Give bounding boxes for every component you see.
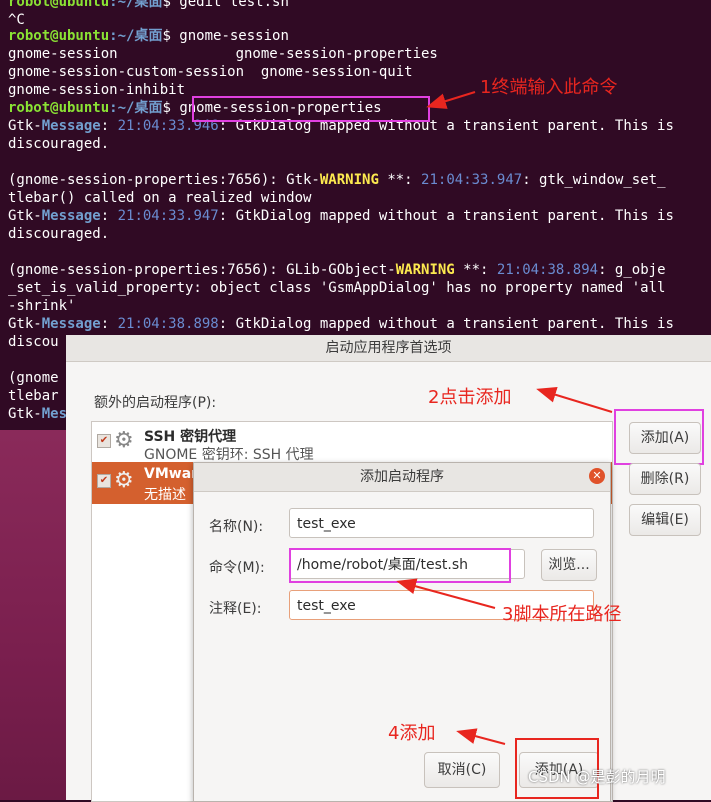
terminal-line: gnome-session-inhibit [8, 82, 186, 98]
app-name: SSH 密钥代理 [144, 429, 237, 445]
terminal-line: -shrink' [8, 298, 76, 314]
add-highlight-box [614, 409, 704, 465]
terminal-line: tlebar() called on a realized window [8, 190, 312, 206]
terminal-line: Gtk-Message: 21:04:38.898: GtkDialog map… [8, 316, 674, 332]
terminal-line: Gtk-Message: 21:04:33.947: GtkDialog map… [8, 208, 674, 224]
comment-label: 注释(E): [209, 601, 262, 617]
terminal-line: discouraged. [8, 226, 110, 242]
checkbox[interactable]: ✔ [97, 474, 111, 488]
terminal-line: gnome-session gnome-session-properties [8, 46, 438, 62]
terminal-line: gnome-session-custom-session gnome-sessi… [8, 64, 413, 80]
terminal-line: discouraged. [8, 136, 110, 152]
terminal-line: Gtk-Mes [8, 406, 68, 422]
app-description: GNOME 密钥环: SSH 代理 [144, 447, 314, 463]
terminal-line: robot@ubuntu:~/桌面$ gedit test.sh [8, 0, 289, 10]
terminal-line: discou [8, 334, 59, 350]
list-label: 额外的启动程序(P): [94, 395, 217, 411]
close-icon[interactable]: ✕ [589, 468, 605, 484]
annotation-step2: 2点击添加 [428, 387, 512, 408]
gear-icon: ⚙ [114, 428, 134, 453]
command-label: 命令(M): [209, 560, 265, 576]
checkbox[interactable]: ✔ [97, 434, 111, 448]
window-title: 启动应用程序首选项 [66, 335, 711, 362]
terminal-line: robot@ubuntu:~/桌面$ gnome-session [8, 28, 289, 44]
desktop-background [0, 430, 66, 800]
watermark: CSDN @是彭的月明 [528, 768, 666, 786]
name-field[interactable]: test_exe [289, 508, 594, 538]
terminal-line: (gnome-session-properties:7656): Gtk-WAR… [8, 172, 666, 188]
dialog-title: 添加启动程序 [194, 463, 610, 492]
command-highlight-box [289, 548, 511, 583]
terminal-line: _set_is_valid_property: object class 'Gs… [8, 280, 666, 296]
app-description: 无描述 [144, 487, 186, 503]
add-startup-dialog: 添加启动程序 ✕ 名称(N): test_exe 命令(M): /home/ro… [193, 462, 611, 802]
cancel-button[interactable]: 取消(C) [424, 752, 500, 788]
annotation-step3: 3脚本所在路径 [502, 604, 622, 625]
terminal-line: (gnome-session-properties:7656): GLib-GO… [8, 262, 666, 278]
annotation-step4: 4添加 [388, 723, 436, 744]
annotation-step1: 1终端输入此命令 [480, 77, 618, 98]
terminal-line: tlebar [8, 388, 59, 404]
list-item[interactable]: ✔ ⚙ SSH 密钥代理 GNOME 密钥环: SSH 代理 [92, 422, 612, 464]
browse-button[interactable]: 浏览... [541, 549, 597, 581]
gear-icon: ⚙ [114, 468, 134, 493]
name-label: 名称(N): [209, 519, 264, 535]
remove-button[interactable]: 删除(R) [629, 463, 701, 495]
terminal-line: (gnome [8, 370, 59, 386]
edit-button[interactable]: 编辑(E) [629, 504, 701, 536]
command-highlight-box [192, 96, 430, 122]
